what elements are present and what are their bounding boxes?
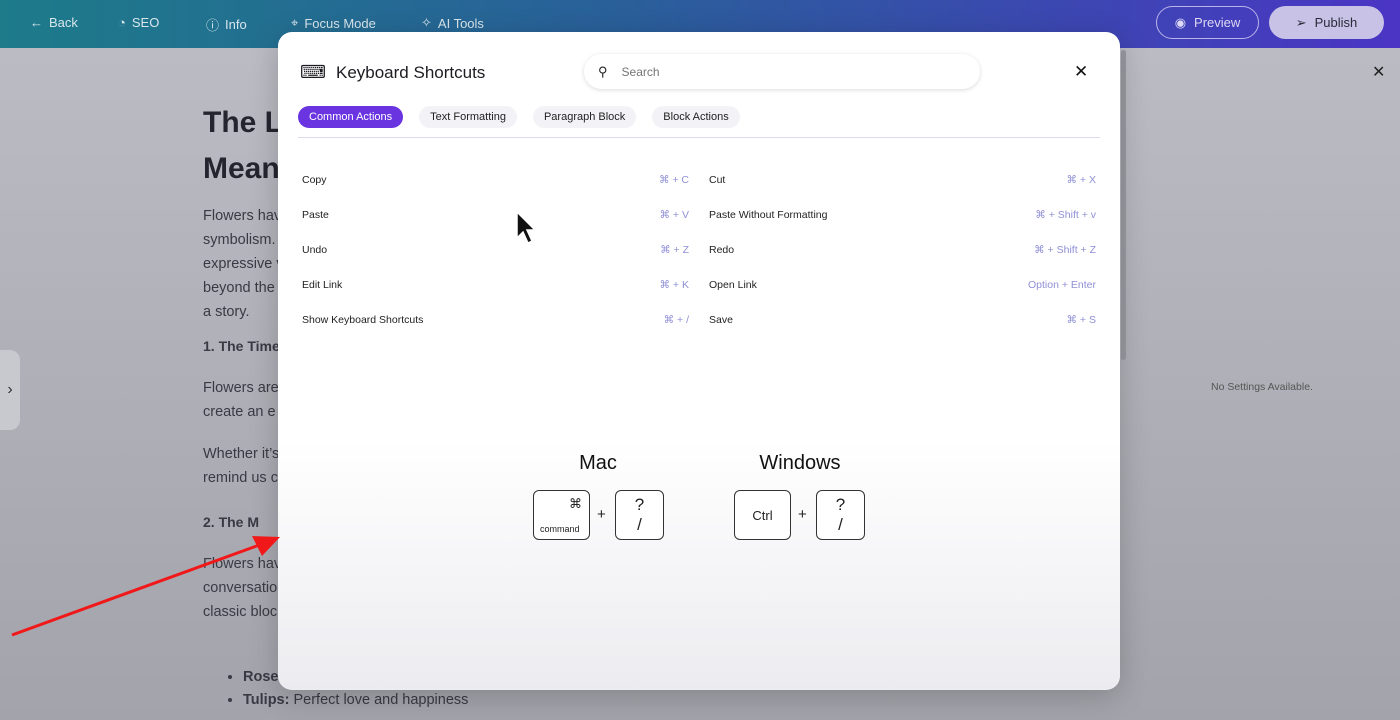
shortcut-row: Paste ⌘ + V bbox=[302, 197, 689, 232]
ai-label: AI Tools bbox=[437, 15, 484, 31]
mac-label: Mac bbox=[579, 452, 617, 474]
keyboard-shortcuts-modal: ⌨ Keyboard Shortcuts ⚲ ✕ Common Actions T… bbox=[278, 32, 1120, 690]
ai-tools-button[interactable]: ✧ AI Tools bbox=[421, 15, 484, 31]
plus-sign: + bbox=[798, 506, 807, 523]
focus-icon: ⌖ bbox=[291, 15, 299, 30]
info-icon: ⓘ bbox=[206, 18, 220, 33]
preview-label: Preview bbox=[1194, 15, 1241, 30]
close-modal-button[interactable]: ✕ bbox=[1074, 62, 1088, 82]
shortcut-label: Open Link bbox=[709, 278, 757, 291]
shortcut-keys: ⌘ + / bbox=[663, 313, 689, 326]
shortcut-row: Show Keyboard Shortcuts ⌘ + / bbox=[302, 302, 689, 337]
ctrl-key: Ctrl bbox=[734, 490, 791, 540]
keyboard-icon: ⌨ bbox=[300, 62, 326, 82]
tab-common-actions[interactable]: Common Actions bbox=[298, 106, 404, 128]
shortcut-keys: ⌘ + Shift + v bbox=[1035, 208, 1096, 221]
divider bbox=[298, 137, 1100, 138]
search-input[interactable] bbox=[621, 64, 942, 79]
send-icon: ➢ bbox=[1295, 14, 1307, 30]
scrollbar[interactable] bbox=[1121, 50, 1126, 360]
gauge-icon: ◔ bbox=[118, 15, 126, 30]
shortcut-label: Edit Link bbox=[302, 278, 343, 291]
preview-button[interactable]: ◉ Preview bbox=[1156, 6, 1259, 39]
shortcut-label: Redo bbox=[709, 243, 735, 256]
shortcut-label: Copy bbox=[302, 173, 327, 186]
search-icon: ⚲ bbox=[598, 63, 608, 79]
windows-label: Windows bbox=[759, 452, 841, 474]
mouse-cursor-icon bbox=[516, 210, 537, 245]
tab-block-actions[interactable]: Block Actions bbox=[652, 106, 740, 128]
shortcut-keys: ⌘ + Z bbox=[660, 243, 689, 256]
shortcut-label: Undo bbox=[302, 243, 328, 256]
seo-label: SEO bbox=[131, 15, 160, 30]
shortcut-keys: ⌘ + S bbox=[1066, 313, 1096, 326]
seo-button[interactable]: ◔ SEO bbox=[118, 15, 159, 30]
shortcut-row: Paste Without Formatting ⌘ + Shift + v bbox=[709, 197, 1096, 232]
tab-paragraph-block[interactable]: Paragraph Block bbox=[532, 106, 637, 128]
sidebar-expand-handle[interactable]: › bbox=[0, 350, 20, 430]
info-button[interactable]: ⓘ Info bbox=[206, 15, 247, 34]
publish-button[interactable]: ➢ Publish bbox=[1269, 6, 1384, 39]
command-symbol: ⌘ bbox=[569, 496, 582, 511]
command-text: command bbox=[540, 524, 580, 534]
focus-label: Focus Mode bbox=[304, 15, 376, 31]
eye-icon: ◉ bbox=[1174, 14, 1187, 30]
tab-text-formatting[interactable]: Text Formatting bbox=[419, 106, 517, 128]
plus-sign: + bbox=[597, 506, 606, 523]
publish-label: Publish bbox=[1314, 15, 1358, 30]
command-key: ⌘ command bbox=[533, 490, 590, 540]
shortcut-keys: ⌘ + V bbox=[659, 208, 689, 221]
shortcut-label: Show Keyboard Shortcuts bbox=[302, 313, 424, 326]
slash-key: ? / bbox=[816, 490, 865, 540]
shortcut-label: Save bbox=[709, 313, 733, 326]
focus-mode-button[interactable]: ⌖ Focus Mode bbox=[291, 15, 376, 31]
list-item: Tulips: Perfect love and happiness bbox=[243, 689, 468, 712]
shortcut-label: Paste Without Formatting bbox=[709, 208, 828, 221]
shortcut-row: Cut ⌘ + X bbox=[709, 162, 1096, 197]
shortcut-keys: ⌘ + X bbox=[1066, 173, 1096, 186]
slash-key: ? / bbox=[615, 490, 664, 540]
shortcut-keys: ⌘ + K bbox=[659, 278, 689, 291]
shortcut-row: Save ⌘ + S bbox=[709, 302, 1096, 337]
shortcut-row: Open Link Option + Enter bbox=[709, 267, 1096, 302]
arrow-left-icon: ← bbox=[30, 15, 43, 30]
modal-title: ⌨ Keyboard Shortcuts bbox=[300, 62, 485, 83]
info-label: Info bbox=[225, 17, 247, 32]
back-button[interactable]: ← Back bbox=[30, 15, 78, 30]
no-settings-text: No Settings Available. bbox=[1211, 381, 1313, 393]
modal-title-text: Keyboard Shortcuts bbox=[335, 62, 486, 82]
shortcut-label: Paste bbox=[302, 208, 329, 221]
shortcut-row: Edit Link ⌘ + K bbox=[302, 267, 689, 302]
chevron-right-icon: › bbox=[7, 381, 13, 398]
shortcut-keys: ⌘ + Shift + Z bbox=[1034, 243, 1096, 256]
magic-wand-icon: ✧ bbox=[421, 15, 432, 30]
shortcut-row: Undo ⌘ + Z bbox=[302, 232, 689, 267]
shortcut-label: Cut bbox=[709, 173, 726, 186]
shortcut-keys: ⌘ + C bbox=[658, 173, 689, 186]
shortcut-row: Copy ⌘ + C bbox=[302, 162, 689, 197]
back-label: Back bbox=[49, 15, 78, 30]
search-box[interactable]: ⚲ bbox=[584, 54, 980, 89]
shortcut-row: Redo ⌘ + Shift + Z bbox=[709, 232, 1096, 267]
close-sidebar-icon[interactable]: ✕ bbox=[1372, 62, 1385, 82]
shortcut-keys: Option + Enter bbox=[1028, 278, 1096, 291]
